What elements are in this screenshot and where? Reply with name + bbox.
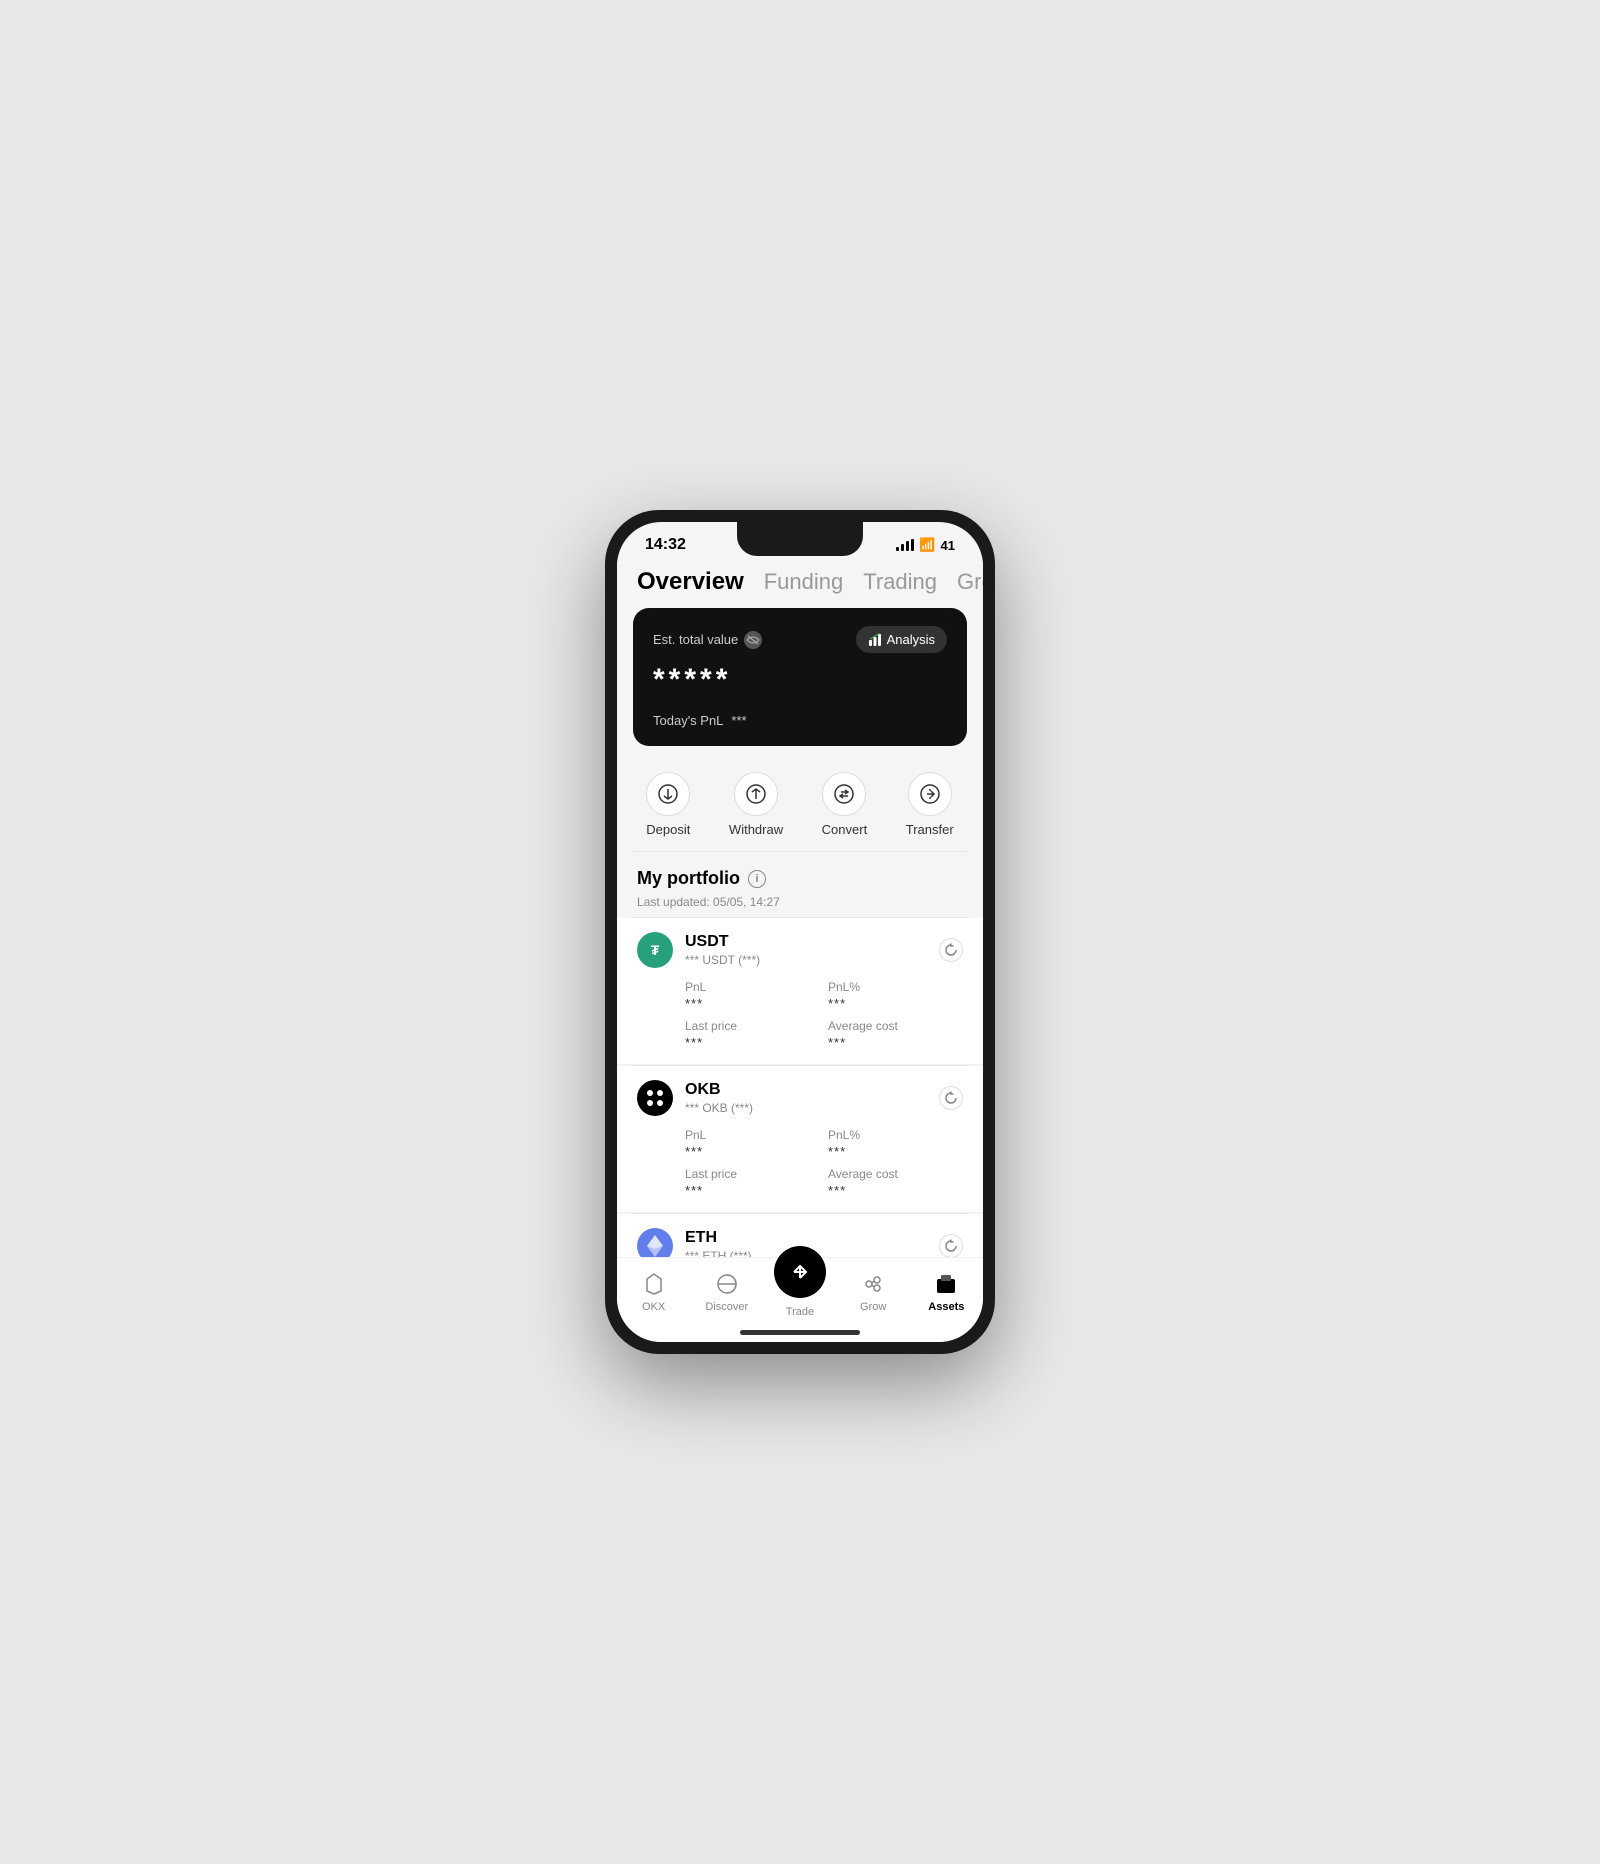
status-time: 14:32 xyxy=(645,536,686,554)
tab-funding[interactable]: Funding xyxy=(764,569,844,595)
trade-center-button[interactable] xyxy=(774,1246,826,1298)
deposit-label: Deposit xyxy=(646,822,690,837)
okx-icon xyxy=(641,1271,667,1297)
withdraw-icon xyxy=(734,772,778,816)
okb-avg-cost: Average cost *** xyxy=(828,1167,963,1198)
notch xyxy=(737,522,863,556)
nav-discover[interactable]: Discover xyxy=(697,1271,757,1313)
assets-label: Assets xyxy=(928,1301,964,1313)
usdt-avg-cost: Average cost *** xyxy=(828,1019,963,1050)
asset-info-usdt: USDT *** USDT (***) xyxy=(685,933,760,967)
discover-icon xyxy=(714,1271,740,1297)
signal-icon xyxy=(896,539,914,551)
portfolio-header: My portfolio i Last updated: 05/05, 14:2… xyxy=(617,852,983,917)
nav-tabs: Overview Funding Trading Grow xyxy=(617,558,983,604)
balance-header: Est. total value xyxy=(653,626,947,653)
okb-amount: *** OKB (***) xyxy=(685,1101,753,1115)
convert-button[interactable]: Convert xyxy=(822,772,868,837)
usdt-logo: ₮ xyxy=(637,932,673,968)
withdraw-label: Withdraw xyxy=(729,822,783,837)
withdraw-button[interactable]: Withdraw xyxy=(729,772,783,837)
okb-refresh-icon[interactable] xyxy=(939,1086,963,1110)
portfolio-title-row: My portfolio i xyxy=(637,868,963,889)
okb-pnl-pct: PnL% *** xyxy=(828,1128,963,1159)
asset-info-okb: OKB *** OKB (***) xyxy=(685,1081,753,1115)
battery-icon: 41 xyxy=(941,538,955,553)
wifi-icon: 📶 xyxy=(919,537,935,553)
okb-last-price: Last price *** xyxy=(685,1167,820,1198)
grow-label: Grow xyxy=(860,1301,886,1313)
nav-trade[interactable]: Trade xyxy=(770,1256,830,1318)
hide-balance-icon[interactable] xyxy=(744,631,762,649)
transfer-icon xyxy=(908,772,952,816)
portfolio-subtitle: Last updated: 05/05, 14:27 xyxy=(637,895,780,909)
scroll-area[interactable]: Overview Funding Trading Grow Est. total… xyxy=(617,558,983,1257)
asset-left-usdt: ₮ USDT *** USDT (***) xyxy=(637,932,760,968)
asset-item-okb[interactable]: OKB *** OKB (***) PnL *** xyxy=(617,1066,983,1213)
asset-item-usdt[interactable]: ₮ USDT *** USDT (***) xyxy=(617,918,983,1065)
action-buttons: Deposit Withdraw xyxy=(617,758,983,851)
balance-card: Est. total value xyxy=(633,608,967,746)
deposit-button[interactable]: Deposit xyxy=(646,772,690,837)
home-bar xyxy=(740,1330,860,1335)
phone-screen: 14:32 📶 41 Overview Funding Trading Grow xyxy=(617,522,983,1342)
grow-icon xyxy=(860,1271,886,1297)
balance-value: ***** xyxy=(653,663,947,697)
eth-amount: *** ETH (***) xyxy=(685,1249,752,1257)
home-indicator xyxy=(617,1322,983,1342)
okb-pnl: PnL *** xyxy=(685,1128,820,1159)
eth-refresh-icon[interactable] xyxy=(939,1234,963,1257)
status-icons: 📶 41 xyxy=(896,537,955,553)
discover-label: Discover xyxy=(705,1301,748,1313)
analysis-button[interactable]: Analysis xyxy=(856,626,947,653)
okb-stats: PnL *** PnL% *** Last price *** Average … xyxy=(637,1128,963,1198)
usdt-pnl-pct: PnL% *** xyxy=(828,980,963,1011)
nav-grow[interactable]: Grow xyxy=(843,1271,903,1313)
asset-info-eth: ETH *** ETH (***) xyxy=(685,1229,752,1257)
bottom-nav: OKX Discover xyxy=(617,1257,983,1322)
convert-label: Convert xyxy=(822,822,868,837)
usdt-symbol: USDT xyxy=(685,933,760,951)
asset-left-okb: OKB *** OKB (***) xyxy=(637,1080,753,1116)
usdt-amount: *** USDT (***) xyxy=(685,953,760,967)
deposit-icon xyxy=(646,772,690,816)
trade-label: Trade xyxy=(786,1306,814,1318)
okb-logo xyxy=(637,1080,673,1116)
tab-trading[interactable]: Trading xyxy=(863,569,937,595)
asset-main-row-usdt: ₮ USDT *** USDT (***) xyxy=(637,932,963,968)
phone-frame: 14:32 📶 41 Overview Funding Trading Grow xyxy=(605,510,995,1354)
tab-grow[interactable]: Grow xyxy=(957,569,983,595)
eth-logo xyxy=(637,1228,673,1257)
okx-label: OKX xyxy=(642,1301,665,1313)
nav-okx[interactable]: OKX xyxy=(624,1271,684,1313)
transfer-label: Transfer xyxy=(906,822,954,837)
asset-left-eth: ETH *** ETH (***) xyxy=(637,1228,752,1257)
nav-assets[interactable]: Assets xyxy=(916,1271,976,1313)
portfolio-title: My portfolio xyxy=(637,868,740,889)
balance-label: Est. total value xyxy=(653,631,762,649)
eth-symbol: ETH xyxy=(685,1229,752,1247)
okb-symbol: OKB xyxy=(685,1081,753,1099)
pnl-row: Today's PnL *** xyxy=(653,713,947,728)
assets-icon xyxy=(933,1271,959,1297)
tab-overview[interactable]: Overview xyxy=(637,568,744,596)
usdt-refresh-icon[interactable] xyxy=(939,938,963,962)
usdt-last-price: Last price *** xyxy=(685,1019,820,1050)
transfer-button[interactable]: Transfer xyxy=(906,772,954,837)
asset-main-row-okb: OKB *** OKB (***) xyxy=(637,1080,963,1116)
convert-icon xyxy=(822,772,866,816)
usdt-pnl: PnL *** xyxy=(685,980,820,1011)
portfolio-info-icon[interactable]: i xyxy=(748,870,766,888)
usdt-stats: PnL *** PnL% *** Last price *** Average … xyxy=(637,980,963,1050)
